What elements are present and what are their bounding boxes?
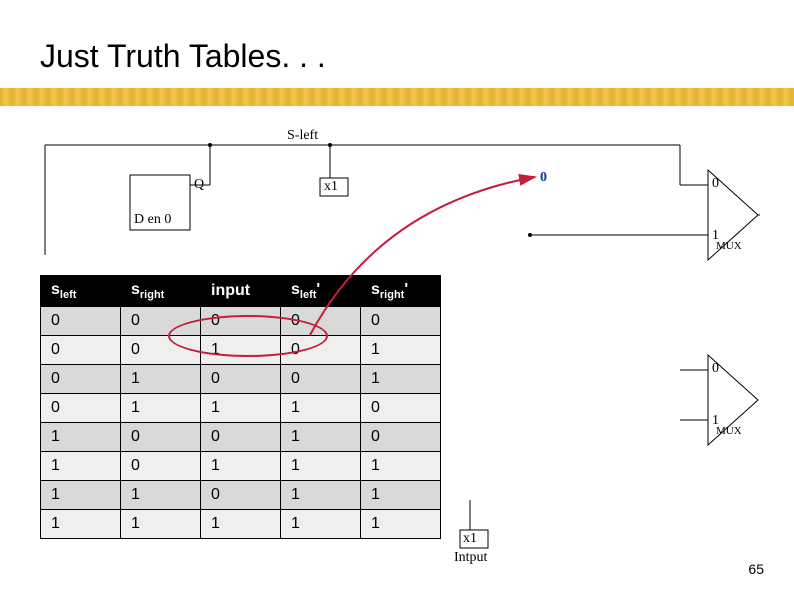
mux-bot-label: MUX	[716, 425, 742, 437]
mux-top-label: MUX	[716, 240, 742, 252]
label-input: Intput	[454, 550, 487, 566]
table-row: 01001	[41, 365, 441, 394]
page-number: 65	[748, 561, 764, 577]
label-s-left: S-left	[287, 128, 318, 144]
label-x1-bot: x1	[463, 531, 477, 547]
table-row: 10111	[41, 452, 441, 481]
label-d-en0: D en 0	[134, 212, 171, 228]
table-row: 11111	[41, 510, 441, 539]
col-input: input	[201, 276, 281, 307]
table-row: 01110	[41, 394, 441, 423]
col-sright: sright	[121, 276, 201, 307]
table-row: 10010	[41, 423, 441, 452]
mux-bot-in0: 0	[712, 361, 719, 377]
col-sleft: sleft	[41, 276, 121, 307]
decorative-rule	[0, 88, 794, 106]
mux-top-in0: 0	[712, 176, 719, 192]
slide-title: Just Truth Tables. . .	[40, 38, 326, 75]
annotation-arrow	[300, 165, 560, 345]
table-row: 11011	[41, 481, 441, 510]
label-q: Q	[194, 177, 204, 193]
